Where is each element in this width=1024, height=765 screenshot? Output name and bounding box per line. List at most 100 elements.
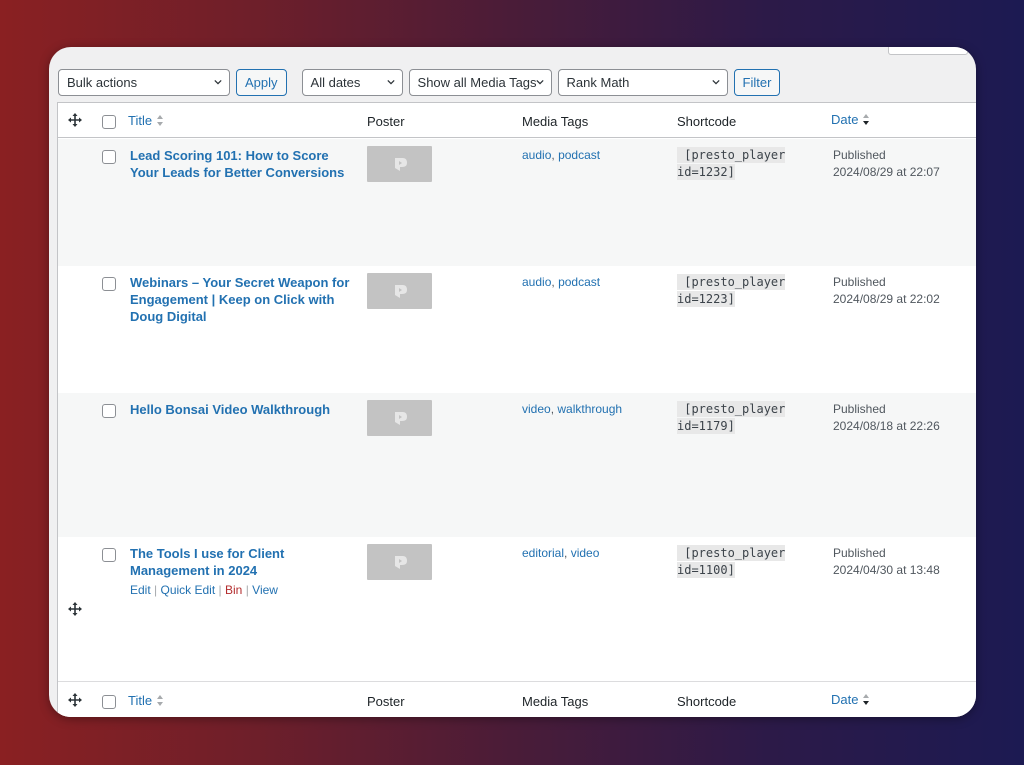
bulk-actions-value: Bulk actions <box>67 75 138 90</box>
tag-link[interactable]: podcast <box>558 275 600 289</box>
filter-label: Filter <box>742 75 772 90</box>
edit-link[interactable]: Edit <box>130 583 151 597</box>
action-separator: | <box>154 583 158 597</box>
quick-edit-link[interactable]: Quick Edit <box>161 583 216 597</box>
shortcode-line: id=1179] <box>677 418 735 434</box>
column-footer-title[interactable]: Title <box>128 693 164 708</box>
shortcode-value[interactable]: [presto_player id=1179] <box>677 401 786 435</box>
post-date: 2024/04/30 at 13:48 <box>833 563 940 577</box>
shortcode-line: id=1223] <box>677 291 735 307</box>
presto-logo-icon <box>394 556 407 569</box>
row-title-link[interactable]: Webinars – Your Secret Weapon for Engage… <box>130 274 355 325</box>
row-title-link[interactable]: Hello Bonsai Video Walkthrough <box>130 401 355 418</box>
filter-button[interactable]: Filter <box>733 69 781 96</box>
dates-filter-value: All dates <box>310 75 361 90</box>
screen-options-tab[interactable] <box>888 47 968 55</box>
media-tags-list: video, walkthrough <box>522 402 622 416</box>
tag-link[interactable]: audio <box>522 148 551 162</box>
drag-move-icon[interactable] <box>67 692 83 708</box>
title-header-label: Title <box>128 113 153 128</box>
row-checkbox[interactable] <box>102 404 116 418</box>
apply-button[interactable]: Apply <box>236 69 287 96</box>
action-separator: | <box>218 583 222 597</box>
column-header-date[interactable]: Date <box>831 112 870 127</box>
seo-filter-select[interactable]: Rank Math <box>557 69 728 96</box>
shortcode-line: [presto_player <box>677 545 786 561</box>
shortcode-line: id=1100] <box>677 562 735 578</box>
date-cell: Published 2024/08/29 at 22:02 <box>833 274 940 308</box>
column-header-poster: Poster <box>367 114 405 129</box>
post-status: Published <box>833 275 886 289</box>
row-title-link[interactable]: Lead Scoring 101: How to Score Your Lead… <box>130 147 355 181</box>
shortcode-value[interactable]: [presto_player id=1100] <box>677 545 786 579</box>
table-row: Hello Bonsai Video Walkthrough video, wa… <box>58 393 976 537</box>
tag-separator: , <box>550 402 555 416</box>
seo-filter-value: Rank Math <box>566 75 630 90</box>
tag-link[interactable]: podcast <box>558 148 600 162</box>
media-tags-filter-select[interactable]: Show all Media Tags <box>408 69 552 96</box>
tag-separator: , <box>551 148 555 162</box>
chevron-down-icon <box>386 79 395 85</box>
column-footer-media-tags: Media Tags <box>522 694 589 709</box>
tag-link[interactable]: walkthrough <box>557 402 622 416</box>
column-footer-date[interactable]: Date <box>831 692 870 707</box>
presto-logo-icon <box>394 412 407 425</box>
shortcode-line: [presto_player <box>677 401 786 417</box>
media-tags-list: audio, podcast <box>522 148 600 162</box>
poster-thumbnail[interactable] <box>367 273 432 309</box>
presto-logo-icon <box>394 285 407 298</box>
date-footer-label: Date <box>831 692 859 707</box>
media-tags-filter-value: Show all Media Tags <box>417 75 537 90</box>
tag-link[interactable]: video <box>522 402 551 416</box>
table-row: Lead Scoring 101: How to Score Your Lead… <box>58 139 976 266</box>
drag-move-icon[interactable] <box>67 601 83 617</box>
dates-filter-select[interactable]: All dates <box>301 69 403 96</box>
poster-thumbnail[interactable] <box>367 400 432 436</box>
shortcode-value[interactable]: [presto_player id=1232] <box>677 147 786 181</box>
date-cell: Published 2024/08/18 at 22:26 <box>833 401 940 435</box>
tag-link[interactable]: editorial <box>522 546 564 560</box>
date-cell: Published 2024/08/29 at 22:07 <box>833 147 940 181</box>
row-title-link[interactable]: The Tools I use for Client Management in… <box>130 545 355 579</box>
post-date: 2024/08/29 at 22:07 <box>833 165 940 179</box>
tag-link[interactable]: audio <box>522 275 551 289</box>
table-row: The Tools I use for Client Management in… <box>58 537 976 681</box>
shortcode-line: id=1232] <box>677 164 735 180</box>
row-actions: Edit | Quick Edit | Bin | View <box>130 583 278 597</box>
row-checkbox[interactable] <box>102 548 116 562</box>
chevron-down-icon <box>214 79 222 85</box>
shortcode-line: [presto_player <box>677 274 786 290</box>
screen-card: Bulk actions Apply All dates Show all Me… <box>49 47 976 717</box>
bulk-actions-select[interactable]: Bulk actions <box>58 69 230 96</box>
media-tags-list: editorial, video <box>522 546 599 560</box>
row-checkbox[interactable] <box>102 277 116 291</box>
column-footer-poster: Poster <box>367 694 405 709</box>
media-tags-list: audio, podcast <box>522 275 600 289</box>
select-all-checkbox-footer[interactable] <box>102 695 116 709</box>
media-list-table: Title Poster Media Tags Shortcode Date L… <box>57 102 976 717</box>
column-footer-shortcode: Shortcode <box>677 694 737 709</box>
table-footer: Title Poster Media Tags Shortcode Date <box>58 681 976 717</box>
drag-move-icon[interactable] <box>67 112 83 128</box>
chevron-down-icon <box>711 79 720 85</box>
title-footer-label: Title <box>128 693 153 708</box>
poster-thumbnail[interactable] <box>367 146 432 182</box>
bin-link[interactable]: Bin <box>225 583 242 597</box>
date-header-label: Date <box>831 112 859 127</box>
sort-desc-icon <box>863 694 870 705</box>
row-checkbox[interactable] <box>102 150 116 164</box>
post-status: Published <box>833 546 886 560</box>
table-header: Title Poster Media Tags Shortcode Date <box>58 103 976 138</box>
poster-thumbnail[interactable] <box>367 544 432 580</box>
shortcode-value[interactable]: [presto_player id=1223] <box>677 274 786 308</box>
select-all-checkbox[interactable] <box>102 115 116 129</box>
action-separator: | <box>245 583 249 597</box>
view-link[interactable]: View <box>252 583 278 597</box>
tablenav-top: Bulk actions Apply All dates Show all Me… <box>58 69 795 96</box>
shortcode-line: [presto_player <box>677 147 786 163</box>
presto-logo-icon <box>394 158 407 171</box>
post-date: 2024/08/18 at 22:26 <box>833 419 940 433</box>
column-header-title[interactable]: Title <box>128 113 164 128</box>
column-header-media-tags: Media Tags <box>522 114 589 129</box>
tag-link[interactable]: video <box>571 546 600 560</box>
